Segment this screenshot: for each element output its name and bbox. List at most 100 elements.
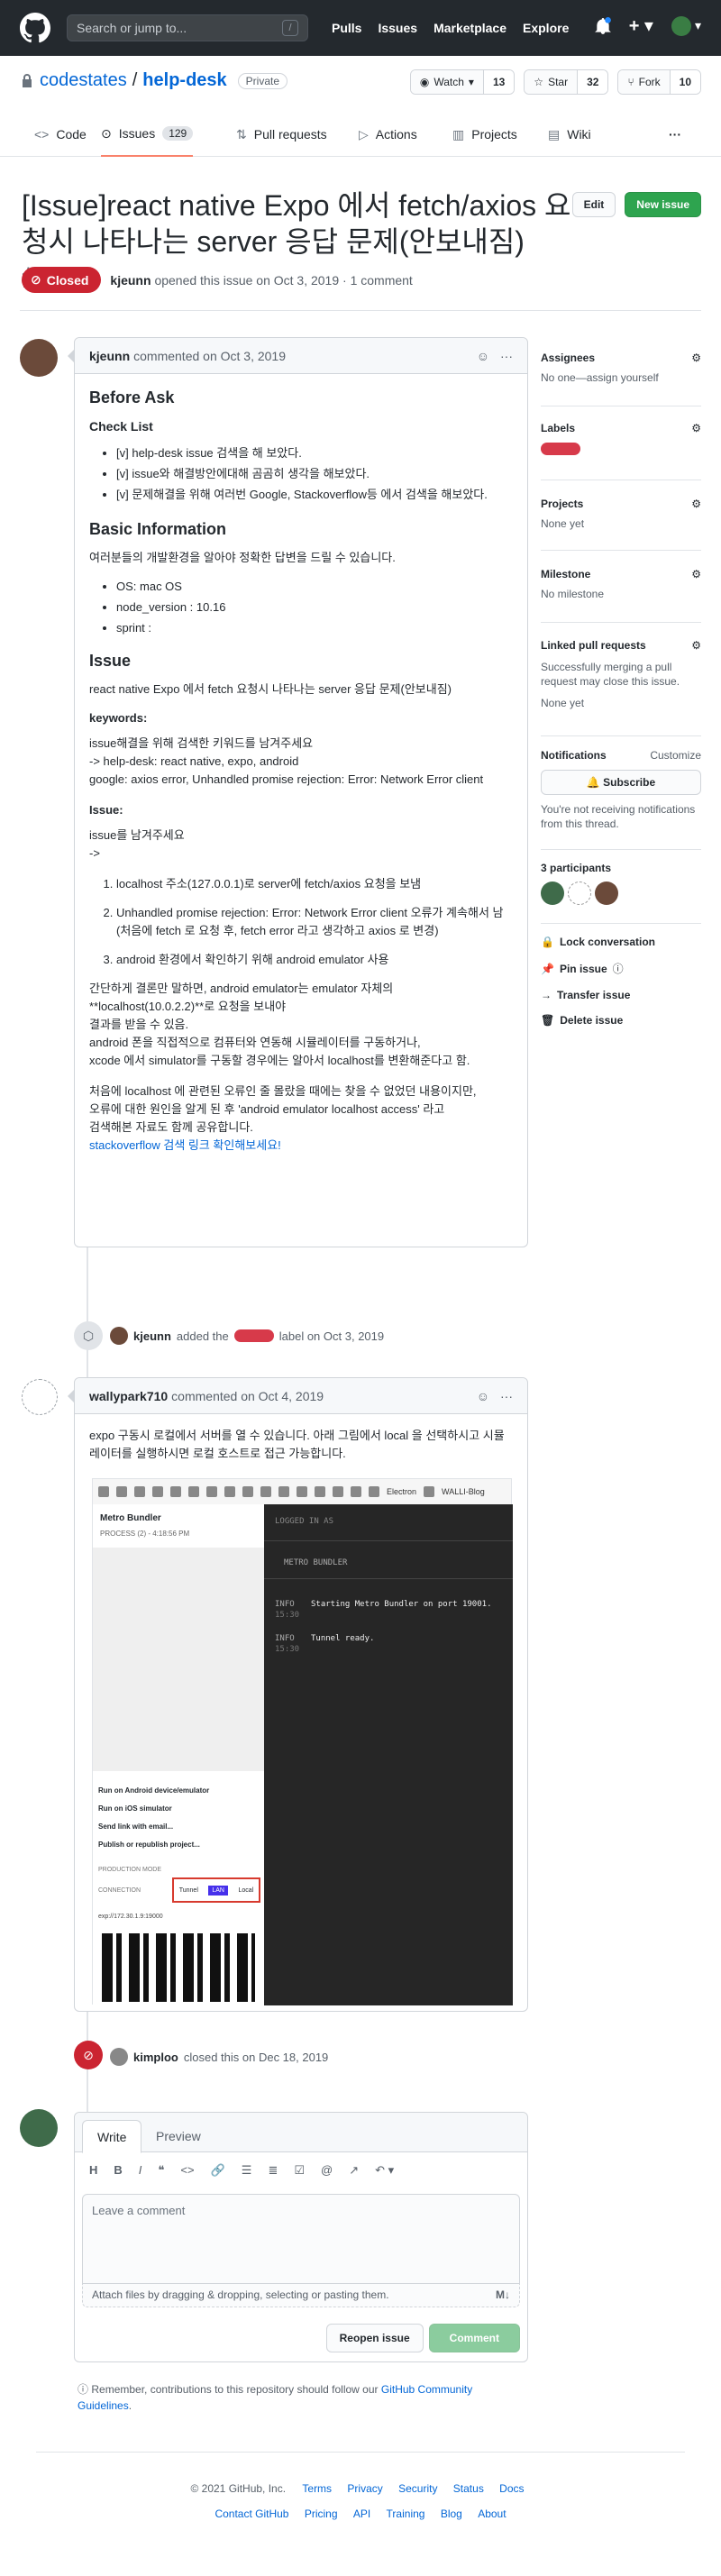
issue-author[interactable]: kjeunn [110,273,151,288]
star-count[interactable]: 32 [578,70,608,94]
comment-author[interactable]: kjeunn [89,349,130,363]
avatar[interactable] [568,882,591,905]
embedded-screenshot[interactable]: Electron WALLI-Blog Metro Bundler PROCES… [92,1478,513,2005]
repo-name-link[interactable]: help-desk [142,70,226,91]
footer-link[interactable]: Security [398,2482,437,2495]
info-icon[interactable]: ⓘ [613,961,624,976]
footer-link[interactable]: Docs [499,2482,524,2495]
watch-count[interactable]: 13 [483,70,515,94]
event-author[interactable]: kimploo [133,2051,178,2064]
metro-log-panel: LOGGED IN AS METRO BUNDLER INFO 15:30 St… [264,1504,513,2005]
gear-icon[interactable]: ⚙ [691,498,701,510]
footer-link[interactable]: About [478,2507,506,2520]
user-avatar-menu[interactable]: ▾ [671,15,701,36]
transfer-issue[interactable]: → Transfer issue [541,989,701,1001]
tab-code[interactable]: <> Code [34,112,87,157]
assignees-heading[interactable]: Assignees [541,352,595,364]
more-tabs-icon[interactable]: ··· [669,112,681,157]
customize-link[interactable]: Customize [650,748,701,763]
repo-owner-link[interactable]: codestates [40,70,127,91]
nav-marketplace[interactable]: Marketplace [434,21,507,35]
list-item: OS: mac OS [116,578,513,596]
footer-link[interactable]: Terms [302,2482,332,2495]
footer-link[interactable]: Status [453,2482,484,2495]
kebab-icon[interactable]: ··· [500,349,513,363]
code-icon[interactable]: <> [180,2163,194,2178]
tab-write[interactable]: Write [82,2120,142,2153]
avatar-kjeunn-small[interactable] [110,1327,128,1345]
avatar-current-user[interactable] [20,2109,58,2147]
link-icon[interactable]: 🔗 [211,2163,225,2178]
tab-pull-requests[interactable]: ⇅ Pull requests [236,112,327,157]
gear-icon[interactable]: ⚙ [691,352,701,364]
quote-icon[interactable]: ❝ [158,2163,164,2178]
kebab-icon[interactable]: ··· [500,1389,513,1403]
nav-explore[interactable]: Explore [523,21,569,35]
labels-heading[interactable]: Labels [541,422,575,434]
reply-icon[interactable]: ↶ ▾ [375,2163,394,2178]
mention-icon[interactable]: @ [321,2163,333,2178]
comment-button[interactable]: Comment [428,2324,520,2352]
edit-button[interactable]: Edit [571,192,616,217]
watch-button[interactable]: ◉ Watch ▾ 13 [409,69,516,95]
avatar-kimploo-small[interactable] [110,2048,128,2066]
footer-link[interactable]: Blog [441,2507,462,2520]
attach-files-area[interactable]: Attach files by dragging & dropping, sel… [82,2284,520,2307]
reopen-issue-button[interactable]: Reopen issue [325,2324,424,2352]
assignees-value[interactable]: No one—assign yourself [541,371,701,384]
footer-link[interactable]: Training [387,2507,425,2520]
search-input[interactable]: Search or jump to... / [67,14,308,41]
github-logo-icon[interactable] [20,13,50,43]
footer-link[interactable]: Privacy [347,2482,382,2495]
footer-link[interactable]: Pricing [305,2507,338,2520]
smiley-icon[interactable]: ☺ [477,1389,489,1403]
avatar-kjeunn[interactable] [20,339,58,377]
nav-pulls[interactable]: Pulls [332,21,361,35]
subscribe-button[interactable]: 🔔 Subscribe [541,770,701,795]
gear-icon[interactable]: ⚙ [691,568,701,580]
expo-left-panel: Metro Bundler PROCESS (2) - 4:18:56 PM R… [93,1504,264,2005]
reference-icon[interactable]: ↗ [349,2163,359,2178]
nav-issues[interactable]: Issues [378,21,417,35]
bug-label-badge[interactable] [541,442,580,455]
new-issue-button[interactable]: New issue [625,192,701,217]
comment-author[interactable]: wallypark710 [89,1389,168,1403]
avatar[interactable] [595,882,618,905]
star-button[interactable]: ☆ Star 32 [524,69,609,95]
footer-link[interactable]: Contact GitHub [214,2507,288,2520]
stackoverflow-link[interactable]: stackoverflow 검색 링크 확인해보세요! [89,1138,281,1152]
footer-link[interactable]: API [353,2507,370,2520]
numbered-list-icon[interactable]: ≣ [268,2163,278,2178]
tab-actions[interactable]: ▷ Actions [359,112,417,157]
bullet-list-icon[interactable]: ☰ [242,2163,252,2178]
milestone-heading[interactable]: Milestone [541,568,590,580]
smiley-icon[interactable]: ☺ [477,349,489,363]
comment-textarea[interactable]: Leave a comment [82,2194,520,2284]
markdown-icon[interactable]: M↓ [496,2288,510,2301]
delete-issue[interactable]: 🗑 Delete issue [541,1014,701,1027]
event-author[interactable]: kjeunn [133,1329,171,1343]
fork-button[interactable]: ⑂ Fork 10 [617,69,701,95]
avatar-wallypark710[interactable] [22,1379,58,1415]
issue-closed-icon: ⊘ [31,272,41,287]
task-list-icon[interactable]: ☑ [294,2163,305,2178]
bold-icon[interactable]: B [114,2163,122,2178]
gear-icon[interactable]: ⚙ [691,638,701,653]
connection-label: CONNECTION [98,1887,141,1894]
tab-issues[interactable]: ⊙ Issues 129 [101,112,194,157]
avatar[interactable] [541,882,564,905]
bell-icon[interactable] [594,16,611,35]
plus-dropdown-icon[interactable]: + ▾ [629,14,653,37]
label-event: kjeunn added the label on Oct 3, 2019 [110,1327,384,1345]
projects-heading[interactable]: Projects [541,498,583,510]
lock-conversation[interactable]: 🔒 Lock conversation [541,936,701,948]
bug-label-badge[interactable] [233,1329,274,1342]
pin-issue[interactable]: 📌 Pin issue ⓘ [541,961,701,976]
italic-icon[interactable]: I [139,2163,142,2178]
gear-icon[interactable]: ⚙ [691,422,701,434]
tab-wiki[interactable]: ▤ Wiki [548,112,591,157]
fork-count[interactable]: 10 [670,70,700,94]
heading-icon[interactable]: H [89,2163,97,2178]
tab-preview[interactable]: Preview [141,2120,215,2153]
tab-projects[interactable]: ▥ Projects [452,112,517,157]
